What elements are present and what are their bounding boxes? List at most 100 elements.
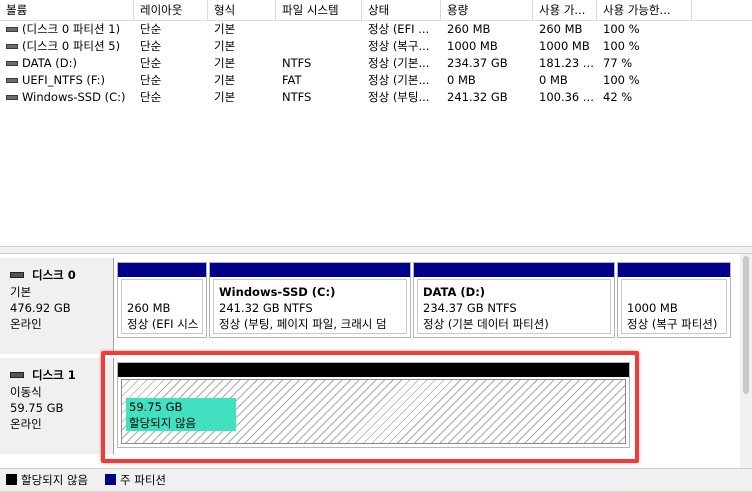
partition-status: 정상 (부팅, 페이지 파일, 크래시 덤 (219, 317, 387, 331)
primary-partition-bar (210, 263, 410, 277)
disk-size: 59.75 GB (10, 401, 64, 415)
column-header-capacity[interactable]: 용량 (441, 0, 533, 20)
partition-status: 정상 (복구 파티션) (627, 317, 718, 331)
volume-type: 기본 (214, 56, 236, 70)
volume-icon (6, 44, 18, 49)
pane-splitter[interactable] (0, 246, 752, 254)
legend-primary: 주 파티션 (120, 473, 166, 487)
volume-icon (6, 61, 18, 66)
volume-capacity: 1000 MB (447, 39, 498, 53)
table-row[interactable]: DATA (D:) 단순 기본 NTFS 정상 (기본... 234.37 GB… (0, 55, 752, 72)
volume-status: 정상 (부팅... (368, 90, 430, 104)
column-header-free-pct[interactable]: 사용 가능한... (597, 0, 692, 20)
partition-size: 260 MB (127, 301, 171, 315)
partition-data[interactable]: DATA (D:) 234.37 GB NTFS 정상 (기본 데이터 파티션) (413, 262, 615, 338)
partition-name: DATA (D:) (423, 285, 486, 299)
volume-type: 기본 (214, 22, 236, 36)
primary-partition-bar (618, 263, 730, 277)
volume-free: 181.23 ... (539, 56, 594, 70)
volume-type: 기본 (214, 73, 236, 87)
column-header-volume[interactable]: 볼륨 (0, 0, 134, 20)
volume-free: 100.36 ... (539, 90, 594, 104)
volume-free: 0 MB (539, 73, 568, 87)
volume-icon (6, 78, 18, 83)
volume-free: 1000 MB (539, 39, 590, 53)
table-row[interactable]: (디스크 0 파티션 1) 단순 기본 정상 (EFI ... 260 MB 2… (0, 21, 752, 38)
volume-filesystem: FAT (282, 73, 302, 87)
volume-filesystem (276, 38, 362, 55)
volume-layout: 단순 (140, 73, 162, 87)
volume-icon (6, 95, 18, 100)
unallocated-swatch (6, 474, 17, 485)
partition-windows-ssd[interactable]: Windows-SSD (C:) 241.32 GB NTFS 정상 (부팅, … (209, 262, 411, 338)
disk-0-label[interactable]: 디스크 0 기본 476.92 GB 온라인 (0, 258, 114, 354)
volume-status: 정상 (기본... (368, 73, 430, 87)
disk-1-label[interactable]: 디스크 1 이동식 59.75 GB 온라인 (0, 358, 114, 454)
volume-capacity: 234.37 GB (447, 56, 508, 70)
vertical-scrollbar[interactable] (740, 254, 752, 468)
column-header-status[interactable]: 상태 (362, 0, 441, 20)
partition-efi[interactable]: 260 MB 정상 (EFI 시스 (117, 262, 207, 338)
volume-type: 기본 (214, 39, 236, 53)
disk-icon (10, 272, 24, 278)
disk-status: 온라인 (10, 417, 42, 431)
volume-name: (디스크 0 파티션 1) (22, 22, 121, 36)
volume-list-header: 볼륨 레이아웃 형식 파일 시스템 상태 용량 사용 가... 사용 가능한..… (0, 0, 752, 21)
volume-name: DATA (D:) (22, 56, 77, 70)
legend-bar: 할당되지 않음 주 파티션 (0, 468, 752, 491)
disk-title: 디스크 0 (32, 268, 76, 282)
volume-icon (6, 27, 18, 32)
partition-name: Windows-SSD (C:) (219, 285, 336, 299)
table-row[interactable]: (디스크 0 파티션 5) 단순 기본 정상 (복구... 1000 MB 10… (0, 38, 752, 55)
column-header-type[interactable]: 형식 (208, 0, 276, 20)
volume-name: (디스크 0 파티션 5) (22, 39, 121, 53)
volume-status: 정상 (기본... (368, 56, 430, 70)
partition-size: 234.37 GB NTFS (423, 301, 517, 315)
partition-name (127, 284, 197, 300)
primary-partition-swatch (105, 474, 116, 485)
volume-filesystem: NTFS (282, 56, 312, 70)
volume-free-pct: 100 % (603, 39, 640, 53)
disk-type: 이동식 (10, 385, 42, 399)
volume-filesystem (276, 21, 362, 38)
highlight-frame (101, 351, 639, 463)
primary-partition-bar (118, 263, 206, 277)
volume-status: 정상 (복구... (368, 39, 430, 53)
volume-status: 정상 (EFI ... (368, 22, 430, 36)
volume-free-pct: 100 % (603, 73, 640, 87)
disk-icon (10, 372, 24, 378)
volume-free-pct: 42 % (603, 90, 633, 104)
partition-status: 정상 (기본 데이터 파티션) (423, 317, 549, 331)
volume-filesystem: NTFS (282, 90, 312, 104)
volume-name: Windows-SSD (C:) (22, 90, 126, 104)
column-header-free[interactable]: 사용 가... (533, 0, 597, 20)
volume-layout: 단순 (140, 22, 162, 36)
volume-name: UEFI_NTFS (F:) (22, 73, 106, 87)
volume-free: 260 MB (539, 22, 583, 36)
volume-list: 볼륨 레이아웃 형식 파일 시스템 상태 용량 사용 가... 사용 가능한..… (0, 0, 752, 246)
disk-size: 476.92 GB (10, 301, 71, 315)
volume-layout: 단순 (140, 56, 162, 70)
volume-free-pct: 100 % (603, 22, 640, 36)
partition-size: 1000 MB (627, 301, 678, 315)
volume-layout: 단순 (140, 90, 162, 104)
partition-recovery[interactable]: 1000 MB 정상 (복구 파티션) (617, 262, 731, 338)
primary-partition-bar (414, 263, 614, 277)
volume-capacity: 241.32 GB (447, 90, 508, 104)
scrollbar-thumb[interactable] (743, 256, 749, 394)
disk-title: 디스크 1 (32, 368, 76, 382)
legend-unallocated: 할당되지 않음 (21, 473, 89, 487)
partition-size: 241.32 GB NTFS (219, 301, 313, 315)
column-header-layout[interactable]: 레이아웃 (134, 0, 208, 20)
volume-layout: 단순 (140, 39, 162, 53)
table-row[interactable]: UEFI_NTFS (F:) 단순 기본 FAT 정상 (기본... 0 MB … (0, 72, 752, 89)
column-header-filesystem[interactable]: 파일 시스템 (276, 0, 362, 20)
volume-free-pct: 77 % (603, 56, 633, 70)
partition-status: 정상 (EFI 시스 (127, 317, 199, 331)
partition-name (627, 284, 721, 300)
table-row[interactable]: Windows-SSD (C:) 단순 기본 NTFS 정상 (부팅... 24… (0, 89, 752, 106)
disk-type: 기본 (10, 285, 32, 299)
volume-capacity: 0 MB (447, 73, 476, 87)
disk-status: 온라인 (10, 317, 42, 331)
volume-capacity: 260 MB (447, 22, 491, 36)
